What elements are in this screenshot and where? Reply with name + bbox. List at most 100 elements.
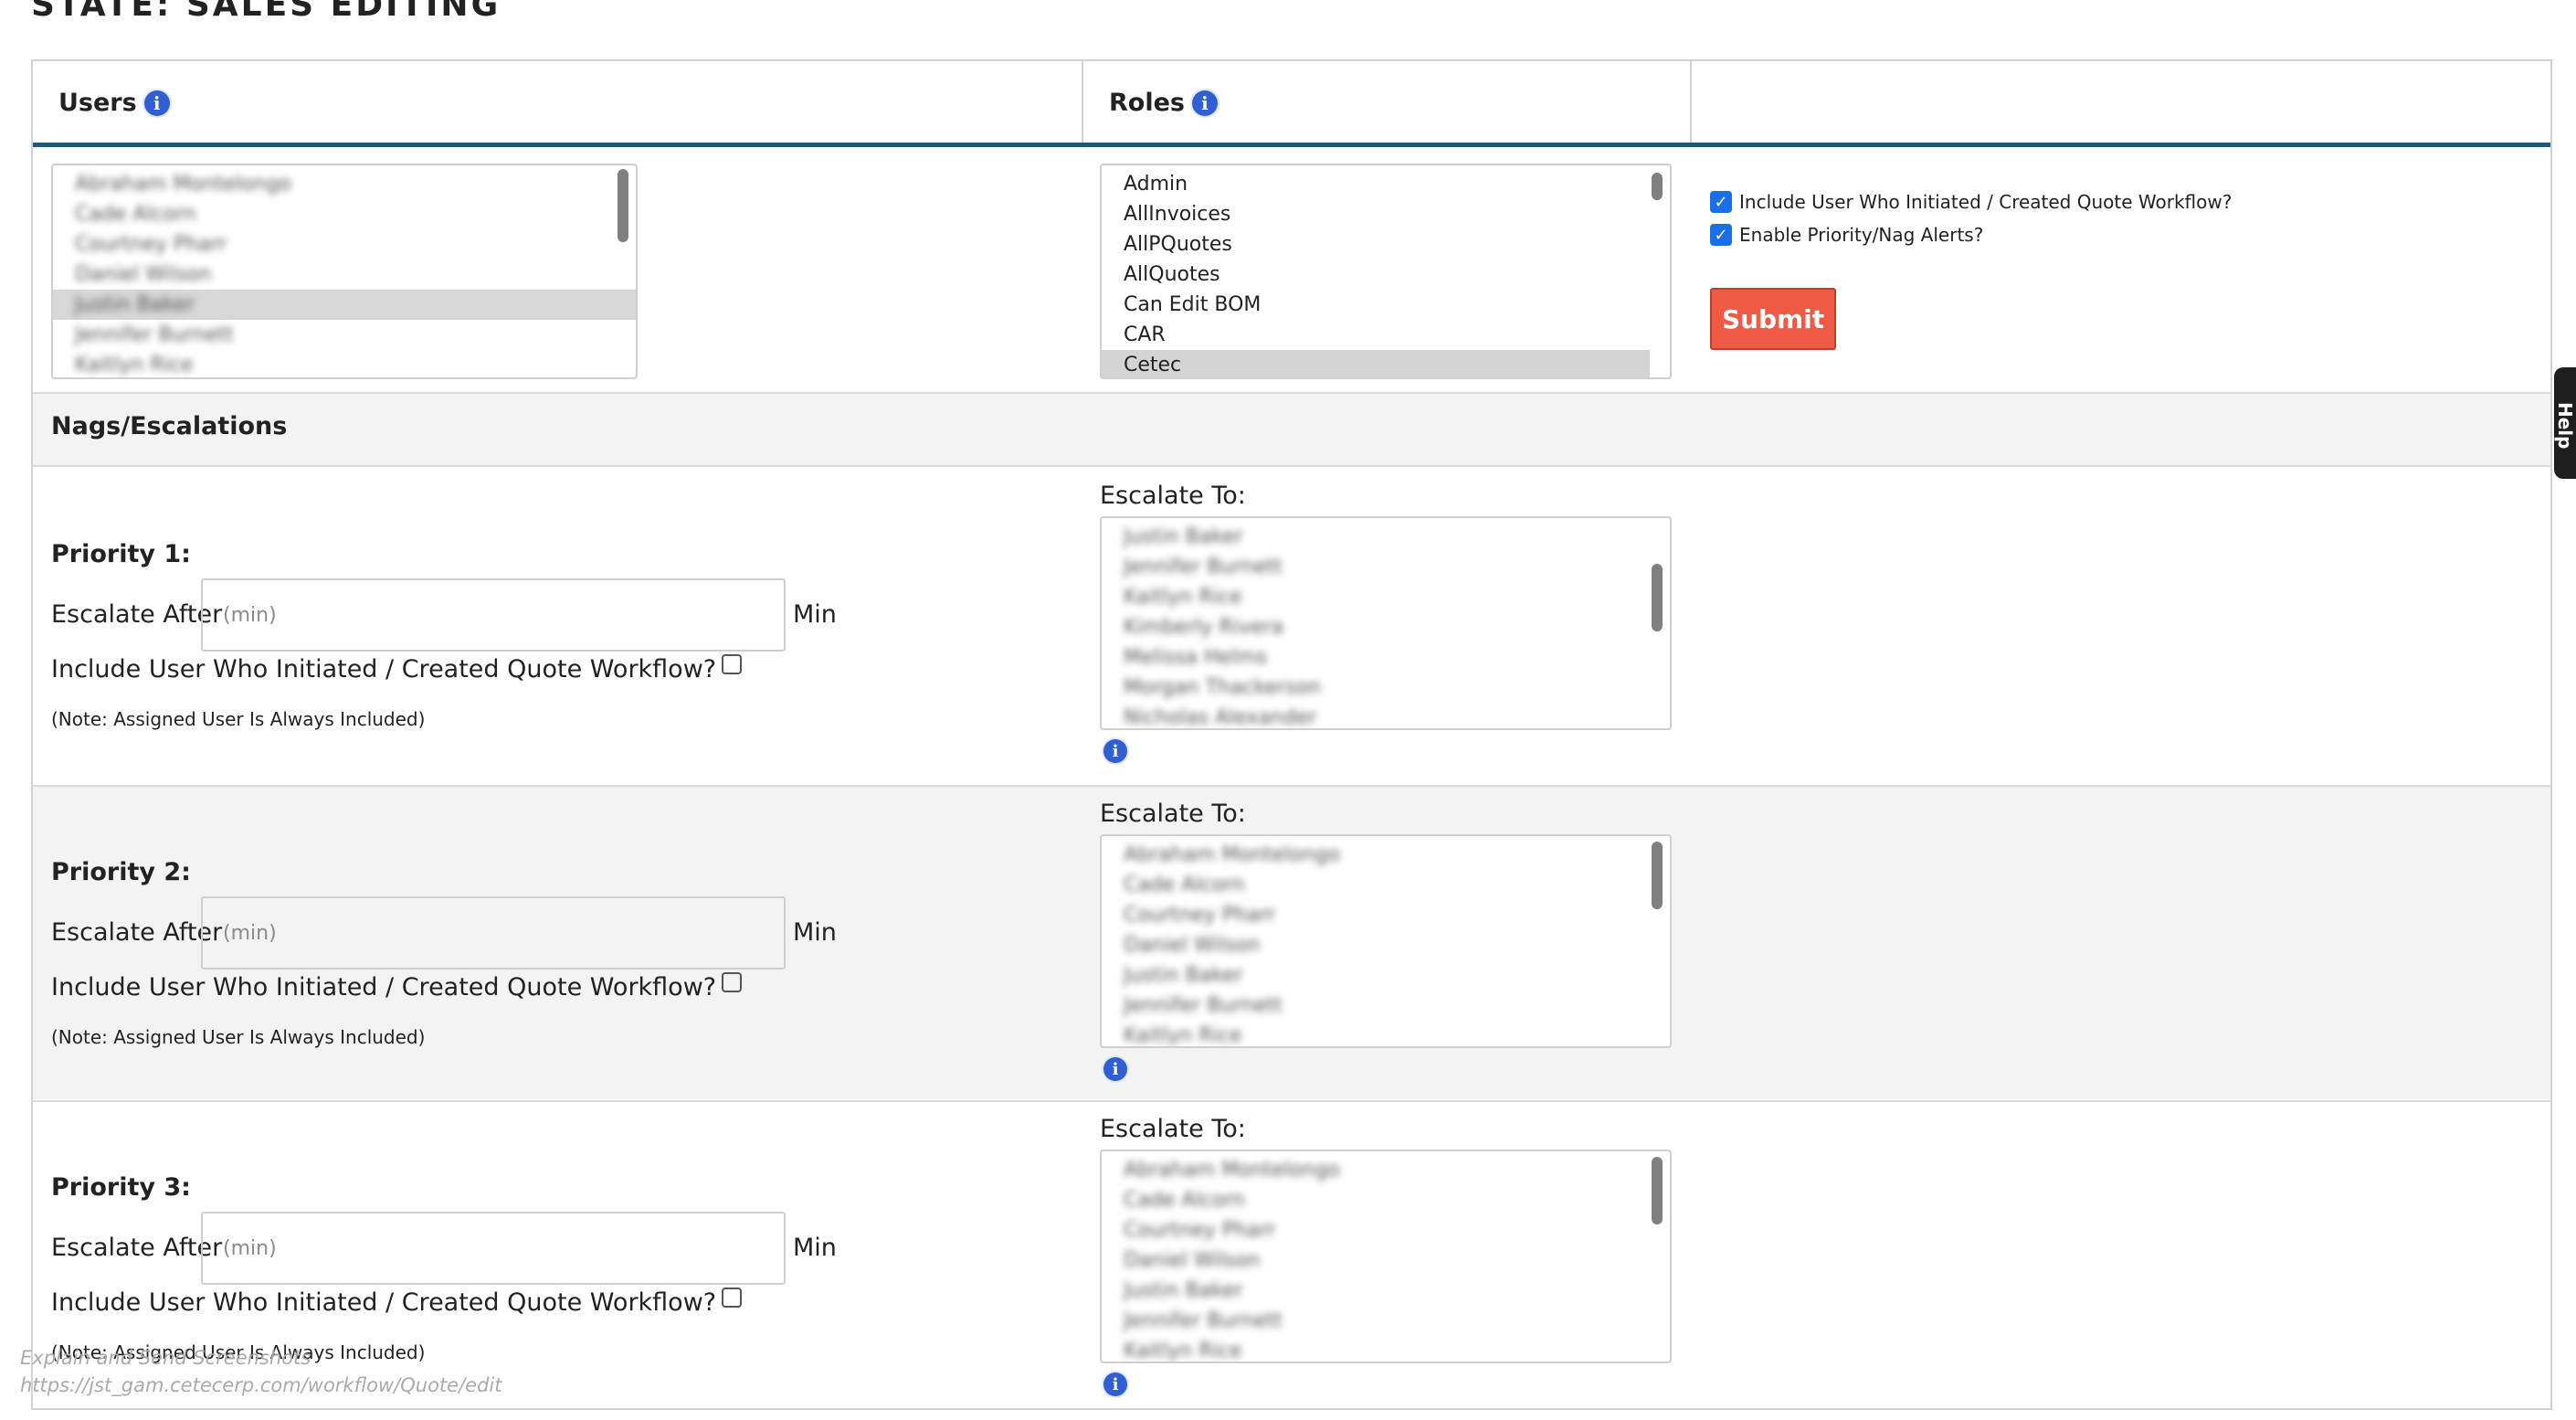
escalate-after-input[interactable]: (min) bbox=[201, 1212, 786, 1285]
role-option[interactable]: AllQuotes bbox=[1102, 260, 1670, 290]
role-option-label: Admin bbox=[1124, 173, 1188, 196]
user-option[interactable]: Cade Alcorn bbox=[53, 199, 636, 229]
user-option[interactable]: Abraham Montelongo bbox=[53, 169, 636, 199]
escalate-to-option-label: Jennifer Burnett bbox=[1124, 556, 1283, 578]
escalate-to-option-label: Daniel Wilson bbox=[1124, 934, 1261, 957]
escalate-to-scrollbar[interactable] bbox=[1652, 564, 1663, 631]
escalate-after-input[interactable]: (min) bbox=[201, 578, 786, 652]
escalate-to-option-label: Cade Alcorn bbox=[1124, 1189, 1245, 1212]
escalate-to-option-label: Kaitlyn Rice bbox=[1124, 1024, 1242, 1047]
escalate-to-option[interactable]: Abraham Montelongo bbox=[1102, 1155, 1670, 1185]
escalate-to-option[interactable]: Cade Alcorn bbox=[1102, 870, 1670, 900]
help-tab[interactable]: Help bbox=[2554, 367, 2576, 479]
escalate-to-option[interactable]: Courtney Pharr bbox=[1102, 1215, 1670, 1245]
role-option[interactable]: Can Edit BOM bbox=[1102, 290, 1670, 320]
user-option-label: Abraham Montelongo bbox=[75, 173, 291, 196]
enable-alerts-option[interactable]: ✓ Enable Priority/Nag Alerts? bbox=[1710, 224, 1983, 246]
escalate-to-option-label: Kaitlyn Rice bbox=[1124, 586, 1242, 609]
escalate-info-icon[interactable]: i bbox=[1103, 1057, 1127, 1081]
escalate-to-option[interactable]: Morgan Thackerson bbox=[1102, 673, 1670, 703]
escalate-to-option[interactable]: Jennifer Burnett bbox=[1102, 552, 1670, 582]
escalate-to-option[interactable]: Justin Baker bbox=[1102, 1276, 1670, 1306]
escalate-to-option[interactable]: Daniel Wilson bbox=[1102, 1245, 1670, 1276]
enable-alerts-checkbox[interactable]: ✓ bbox=[1710, 224, 1732, 246]
escalate-after-label: Escalate After bbox=[51, 600, 223, 629]
priority-block: Priority 1: Escalate After (min) Min Include… bbox=[33, 469, 2550, 783]
escalate-to-option-label: Abraham Montelongo bbox=[1124, 1159, 1340, 1182]
users-info-icon[interactable]: i bbox=[143, 90, 170, 116]
role-option-label: CAR bbox=[1124, 323, 1166, 346]
escalate-after-unit: Min bbox=[793, 1234, 837, 1262]
escalate-to-scrollbar[interactable] bbox=[1652, 1157, 1663, 1224]
escalate-to-option[interactable]: Melissa Helms bbox=[1102, 642, 1670, 673]
include-user-checkbox[interactable]: ✓ bbox=[1710, 191, 1732, 213]
roles-info-icon[interactable]: i bbox=[1191, 90, 1218, 116]
priority-title: Priority 1: bbox=[51, 540, 191, 568]
escalate-to-option[interactable]: Cade Alcorn bbox=[1102, 1185, 1670, 1215]
escalate-after-unit: Min bbox=[793, 918, 837, 947]
roles-heading: Roles i bbox=[1109, 89, 1218, 117]
escalate-info-icon[interactable]: i bbox=[1103, 1372, 1127, 1396]
escalate-to-option-label: Kaitlyn Rice bbox=[1124, 1340, 1242, 1362]
escalate-to-option[interactable]: Daniel Wilson bbox=[1102, 930, 1670, 960]
include-user-option[interactable]: ✓ Include User Who Initiated / Created Q… bbox=[1710, 191, 2232, 213]
escalate-after-unit: Min bbox=[793, 600, 837, 629]
escalate-to-option[interactable]: Nicholas Alexander bbox=[1102, 703, 1670, 728]
escalate-to-list[interactable]: Abraham Montelongo Cade Alcorn Courtney Ph… bbox=[1100, 1150, 1672, 1363]
escalate-to-option-label: Courtney Pharr bbox=[1124, 1219, 1276, 1242]
include-initiator-checkbox[interactable] bbox=[722, 971, 743, 992]
escalate-to-option[interactable]: Kaitlyn Rice bbox=[1102, 1336, 1670, 1362]
role-option[interactable]: Cetec bbox=[1102, 350, 1650, 377]
role-option-label: AllInvoices bbox=[1124, 203, 1231, 226]
user-option[interactable]: Kaitlyn Rice bbox=[53, 350, 636, 377]
user-option-label: Daniel Wilson bbox=[75, 263, 212, 286]
user-option[interactable]: Justin Baker bbox=[53, 290, 636, 320]
escalate-to-option-label: Morgan Thackerson bbox=[1124, 676, 1321, 699]
escalate-to-option[interactable]: Kaitlyn Rice bbox=[1102, 1021, 1670, 1047]
include-initiator-option[interactable]: Include User Who Initiated / Created Quo… bbox=[51, 653, 743, 684]
user-option[interactable]: Courtney Pharr bbox=[53, 229, 636, 260]
role-option[interactable]: CAR bbox=[1102, 320, 1670, 350]
escalate-to-option[interactable]: Justin Baker bbox=[1102, 522, 1670, 552]
role-option[interactable]: AllInvoices bbox=[1102, 199, 1670, 229]
roles-select-list[interactable]: Admin AllInvoices AllPQuotes AllQuotes Can E… bbox=[1100, 164, 1672, 379]
escalate-to-option[interactable]: Jennifer Burnett bbox=[1102, 991, 1670, 1021]
priority-block: Priority 2: Escalate After (min) Min Include… bbox=[33, 785, 2550, 1099]
escalate-to-option[interactable]: Justin Baker bbox=[1102, 960, 1670, 991]
users-select-list[interactable]: Abraham Montelongo Cade Alcorn Courtney Ph… bbox=[51, 164, 638, 379]
escalate-after-input[interactable]: (min) bbox=[201, 896, 786, 970]
escalate-info-icon[interactable]: i bbox=[1103, 739, 1127, 763]
enable-alerts-label: Enable Priority/Nag Alerts? bbox=[1739, 224, 1984, 246]
include-initiator-option[interactable]: Include User Who Initiated / Created Quo… bbox=[51, 1287, 743, 1317]
escalate-to-option[interactable]: Kimberly Rivera bbox=[1102, 612, 1670, 642]
escalate-to-option-label: Justin Baker bbox=[1124, 525, 1243, 548]
assigned-user-note: (Note: Assigned User Is Always Included) bbox=[51, 708, 426, 730]
user-option-label: Cade Alcorn bbox=[75, 203, 196, 226]
escalate-to-option[interactable]: Kaitlyn Rice bbox=[1102, 582, 1670, 612]
page-title: STATE: SALES EDITING bbox=[31, 0, 501, 24]
priority-title: Priority 2: bbox=[51, 858, 191, 886]
user-option[interactable]: Jennifer Burnett bbox=[53, 320, 636, 350]
role-option[interactable]: Admin bbox=[1102, 169, 1670, 199]
user-option-label: Justin Baker bbox=[75, 293, 195, 316]
role-option[interactable]: AllPQuotes bbox=[1102, 229, 1670, 260]
escalate-to-option[interactable]: Jennifer Burnett bbox=[1102, 1306, 1670, 1336]
escalate-to-option-label: Daniel Wilson bbox=[1124, 1249, 1261, 1272]
escalate-to-label: Escalate To: bbox=[1100, 1115, 1246, 1143]
escalate-to-option[interactable]: Abraham Montelongo bbox=[1102, 840, 1670, 870]
user-option[interactable]: Daniel Wilson bbox=[53, 260, 636, 290]
include-initiator-checkbox[interactable] bbox=[722, 1287, 743, 1308]
role-option-label: AllQuotes bbox=[1124, 263, 1220, 286]
escalate-to-option[interactable]: Courtney Pharr bbox=[1102, 900, 1670, 930]
include-initiator-checkbox[interactable] bbox=[722, 653, 743, 674]
escalate-to-label: Escalate To: bbox=[1100, 800, 1246, 828]
escalate-to-list[interactable]: Justin Baker Jennifer Burnett Kaitlyn Rice… bbox=[1100, 516, 1672, 730]
escalate-to-option-label: Abraham Montelongo bbox=[1124, 843, 1340, 866]
page-url: https://jst_gam.cetecerp.com/workflow/Qu… bbox=[20, 1374, 502, 1396]
escalate-to-list[interactable]: Abraham Montelongo Cade Alcorn Courtney Ph… bbox=[1100, 834, 1672, 1048]
escalate-to-scrollbar[interactable] bbox=[1652, 842, 1663, 909]
include-initiator-option[interactable]: Include User Who Initiated / Created Quo… bbox=[51, 971, 743, 1001]
submit-button[interactable]: Submit bbox=[1710, 288, 1836, 350]
escalate-to-option-label: Cade Alcorn bbox=[1124, 874, 1245, 896]
user-option-label: Courtney Pharr bbox=[75, 233, 227, 256]
